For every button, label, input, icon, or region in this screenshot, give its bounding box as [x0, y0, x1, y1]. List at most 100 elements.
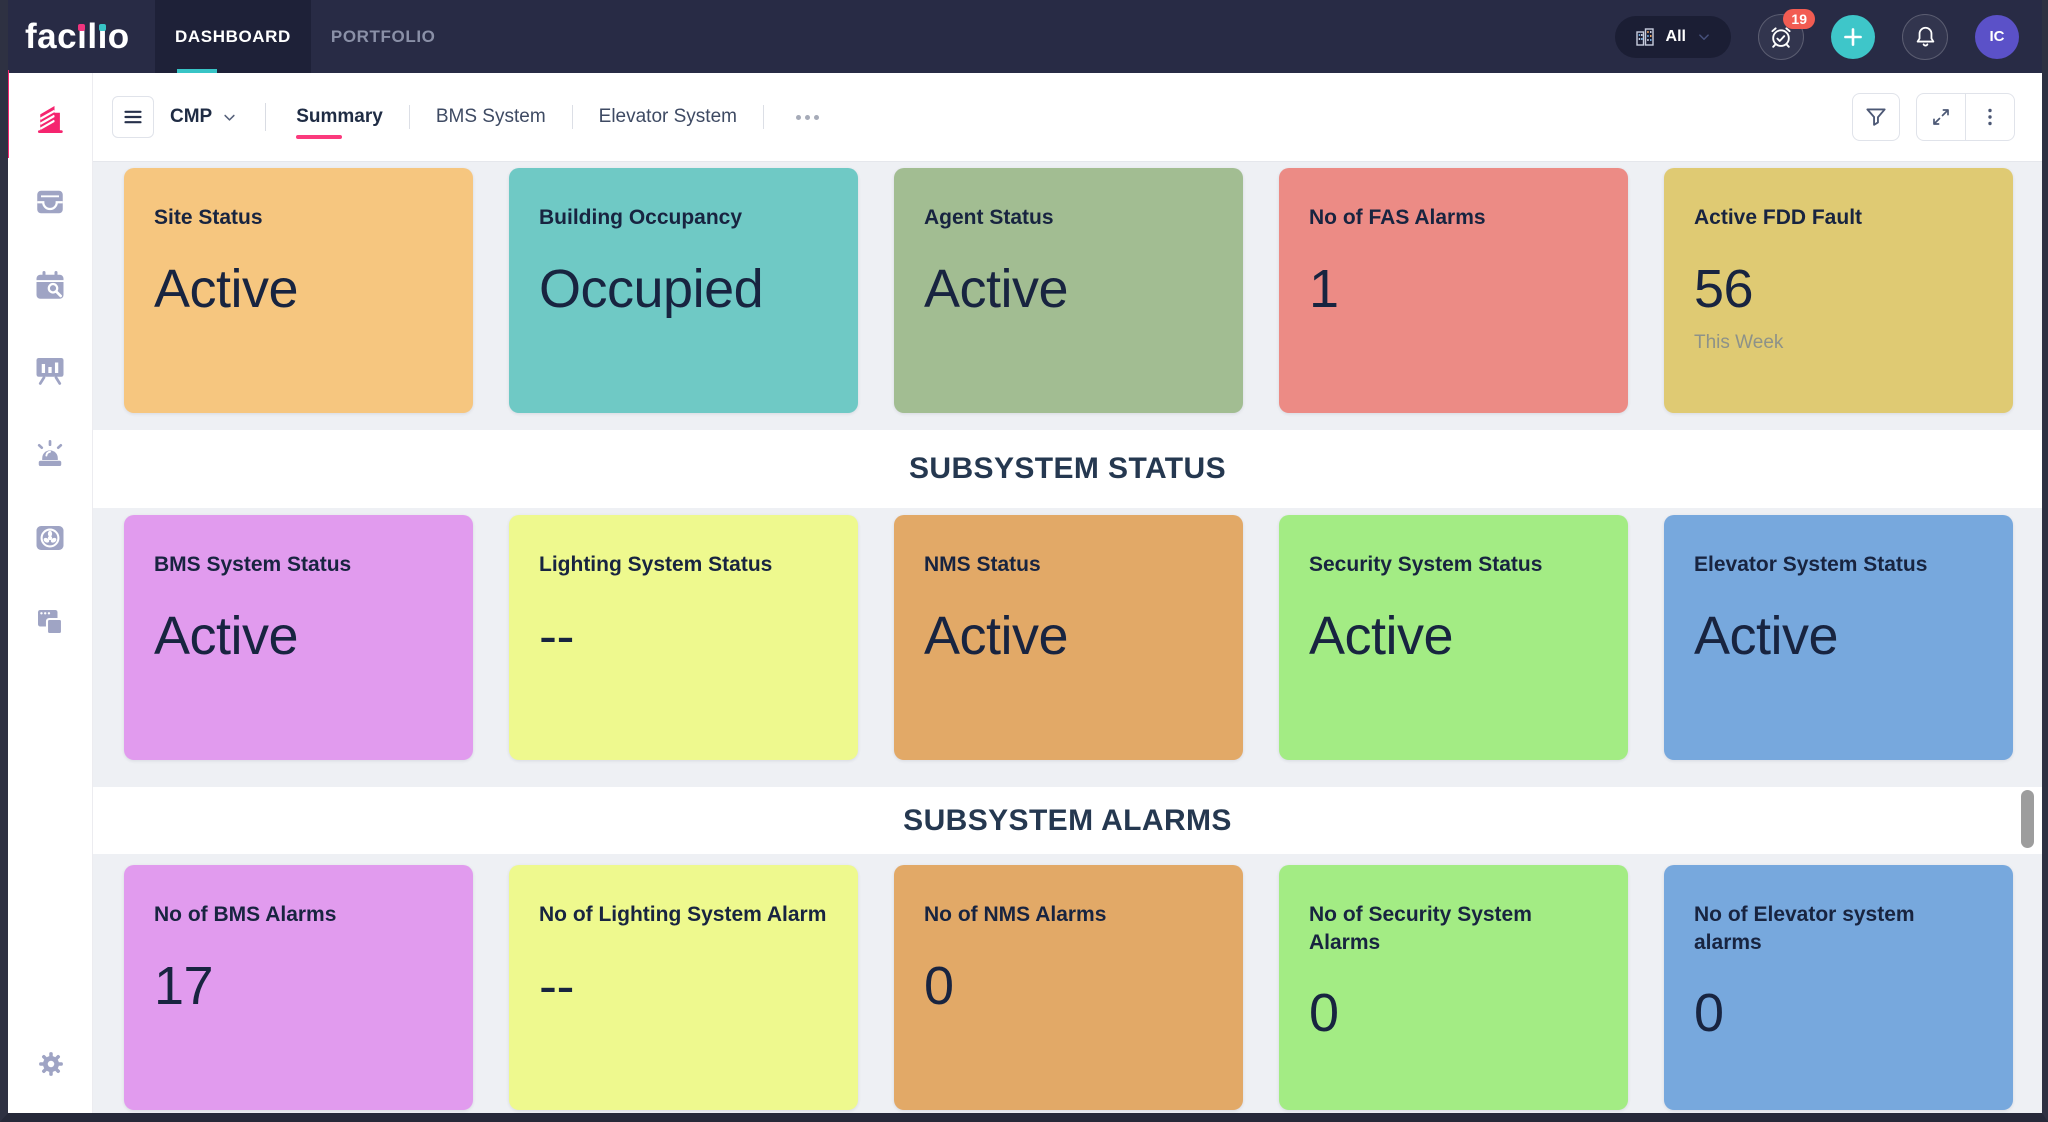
dashboard-tabs: Summary BMS System Elevator System — [292, 73, 819, 162]
stat-card[interactable]: No of Security System Alarms 0 — [1279, 865, 1628, 1110]
tab-bms-system[interactable]: BMS System — [432, 73, 550, 162]
building-icon — [32, 100, 68, 136]
stat-card[interactable]: Agent StatusActive — [894, 168, 1243, 413]
card-value: Active — [154, 605, 443, 667]
card-label: Building Occupancy — [539, 204, 828, 232]
toolbar-actions — [1852, 93, 2015, 141]
stat-card[interactable]: Building Occupancy Occupied — [509, 168, 858, 413]
card-subtext: This Week — [1694, 332, 1983, 354]
scrollbar-thumb[interactable] — [2021, 790, 2034, 848]
gear-icon — [36, 1049, 66, 1079]
create-new-button[interactable] — [1831, 15, 1875, 59]
avatar-initials: IC — [1990, 28, 2005, 45]
card-value: Active — [924, 258, 1213, 320]
card-value: Active — [924, 605, 1213, 667]
nav-tab-label: DASHBOARD — [175, 27, 291, 47]
filter-icon — [1863, 104, 1889, 130]
fullscreen-button[interactable] — [1917, 94, 1965, 140]
app-windows-icon — [32, 604, 68, 640]
sidebar-item-apps[interactable] — [31, 603, 69, 641]
card-value: Occupied — [539, 258, 828, 320]
sidebar-item-dashboards[interactable] — [31, 351, 69, 389]
card-label: NMS Status — [924, 551, 1213, 579]
chart-board-icon — [32, 352, 68, 388]
card-label: No of Lighting System Alarm — [539, 901, 828, 929]
hamburger-icon — [121, 105, 145, 129]
nav-tab-portfolio[interactable]: PORTFOLIO — [311, 0, 456, 73]
section-title: SUBSYSTEM ALARMS — [903, 804, 1232, 838]
card-label: No of Elevator system alarms — [1694, 901, 1983, 956]
card-label: No of NMS Alarms — [924, 901, 1213, 929]
stat-card[interactable]: Active FDD Fault 56 This Week — [1664, 168, 2013, 413]
filter-button[interactable] — [1852, 93, 1900, 141]
card-label: Site Status — [154, 204, 443, 232]
card-value: 0 — [1309, 982, 1598, 1044]
card-grid: Site StatusActiveBuilding OccupancyOccup… — [93, 168, 2042, 413]
nav-tab-label: PORTFOLIO — [331, 27, 436, 47]
toolbar-divider — [265, 103, 266, 131]
sidebar-item-inbox[interactable] — [31, 183, 69, 221]
active-item-accent — [0, 70, 9, 158]
chevron-down-icon — [1695, 28, 1713, 46]
buildings-icon — [1633, 25, 1657, 49]
stat-card[interactable]: No of BMS Alarms 17 — [124, 865, 473, 1110]
tab-elevator-system[interactable]: Elevator System — [595, 73, 741, 162]
top-nav-actions: All 19 IC — [1615, 0, 2042, 73]
tab-separator — [409, 105, 410, 129]
expand-icon — [1929, 105, 1953, 129]
section-title: SUBSYSTEM STATUS — [909, 452, 1226, 486]
section-band: SUBSYSTEM ALARMS — [93, 787, 2042, 854]
card-value: 1 — [1309, 258, 1598, 320]
stat-card[interactable]: No of NMS Alarms0 — [894, 865, 1243, 1110]
alarm-count-badge: 19 — [1783, 9, 1815, 29]
card-label: Security System Status — [1309, 551, 1598, 579]
view-actions-group — [1916, 93, 2015, 141]
sidebar-nav — [8, 73, 93, 1113]
stat-card[interactable]: Lighting System Status-- — [509, 515, 858, 760]
bell-icon — [1912, 23, 1939, 50]
card-value: Active — [1694, 605, 1983, 667]
more-options-button[interactable] — [1965, 94, 2014, 140]
card-label: Active FDD Fault — [1694, 204, 1983, 232]
card-label: No of Security System Alarms — [1309, 901, 1598, 956]
card-value: 0 — [1694, 982, 1983, 1044]
tab-summary[interactable]: Summary — [292, 73, 387, 162]
user-avatar[interactable]: IC — [1975, 15, 2019, 59]
stat-card[interactable]: Security System StatusActive — [1279, 515, 1628, 760]
sidebar-item-hvac[interactable] — [31, 519, 69, 557]
dashboard-list-button[interactable] — [112, 96, 154, 138]
sidebar-item-settings[interactable] — [8, 1049, 93, 1079]
card-label: No of FAS Alarms — [1309, 204, 1598, 232]
stat-card[interactable]: Site StatusActive — [124, 168, 473, 413]
stat-card[interactable]: No of FAS Alarms 1 — [1279, 168, 1628, 413]
nav-tab-dashboard[interactable]: DASHBOARD — [155, 0, 311, 73]
stat-card[interactable]: No of Lighting System Alarm -- — [509, 865, 858, 1110]
notifications-button[interactable] — [1902, 14, 1948, 60]
app-logo[interactable]: facılıo — [25, 0, 138, 73]
tab-label: BMS System — [436, 106, 546, 128]
stat-card[interactable]: Elevator System Status Active — [1664, 515, 2013, 760]
more-tabs-button[interactable] — [796, 73, 819, 162]
sidebar-item-maintenance[interactable] — [31, 267, 69, 305]
card-grid: No of BMS Alarms 17 No of Lighting System … — [93, 865, 2042, 1110]
fan-icon — [32, 520, 68, 556]
stat-card[interactable]: BMS System StatusActive — [124, 515, 473, 760]
dashboard-name: CMP — [170, 106, 212, 128]
card-label: No of BMS Alarms — [154, 901, 443, 929]
alarms-button[interactable]: 19 — [1758, 14, 1804, 60]
card-value: -- — [539, 955, 828, 1017]
card-label: Elevator System Status — [1694, 551, 1983, 579]
dashboard-name-dropdown[interactable]: CMP — [170, 106, 239, 128]
card-value: 17 — [154, 955, 443, 1017]
card-value: 56 — [1694, 258, 1983, 320]
card-grid: BMS System StatusActiveLighting System S… — [93, 515, 2042, 760]
siren-icon — [32, 436, 68, 472]
site-scope-dropdown[interactable]: All — [1615, 16, 1731, 58]
sidebar-item-alarms[interactable] — [31, 435, 69, 473]
tab-label: Elevator System — [599, 106, 737, 128]
stat-card[interactable]: No of Elevator system alarms 0 — [1664, 865, 2013, 1110]
stat-card[interactable]: NMS Status Active — [894, 515, 1243, 760]
sidebar-item-portfolio[interactable] — [31, 99, 69, 137]
app-window: facılıo DASHBOARD PORTFOLIO All 19 — [0, 0, 2048, 1122]
maintenance-wrench-icon — [32, 268, 68, 304]
